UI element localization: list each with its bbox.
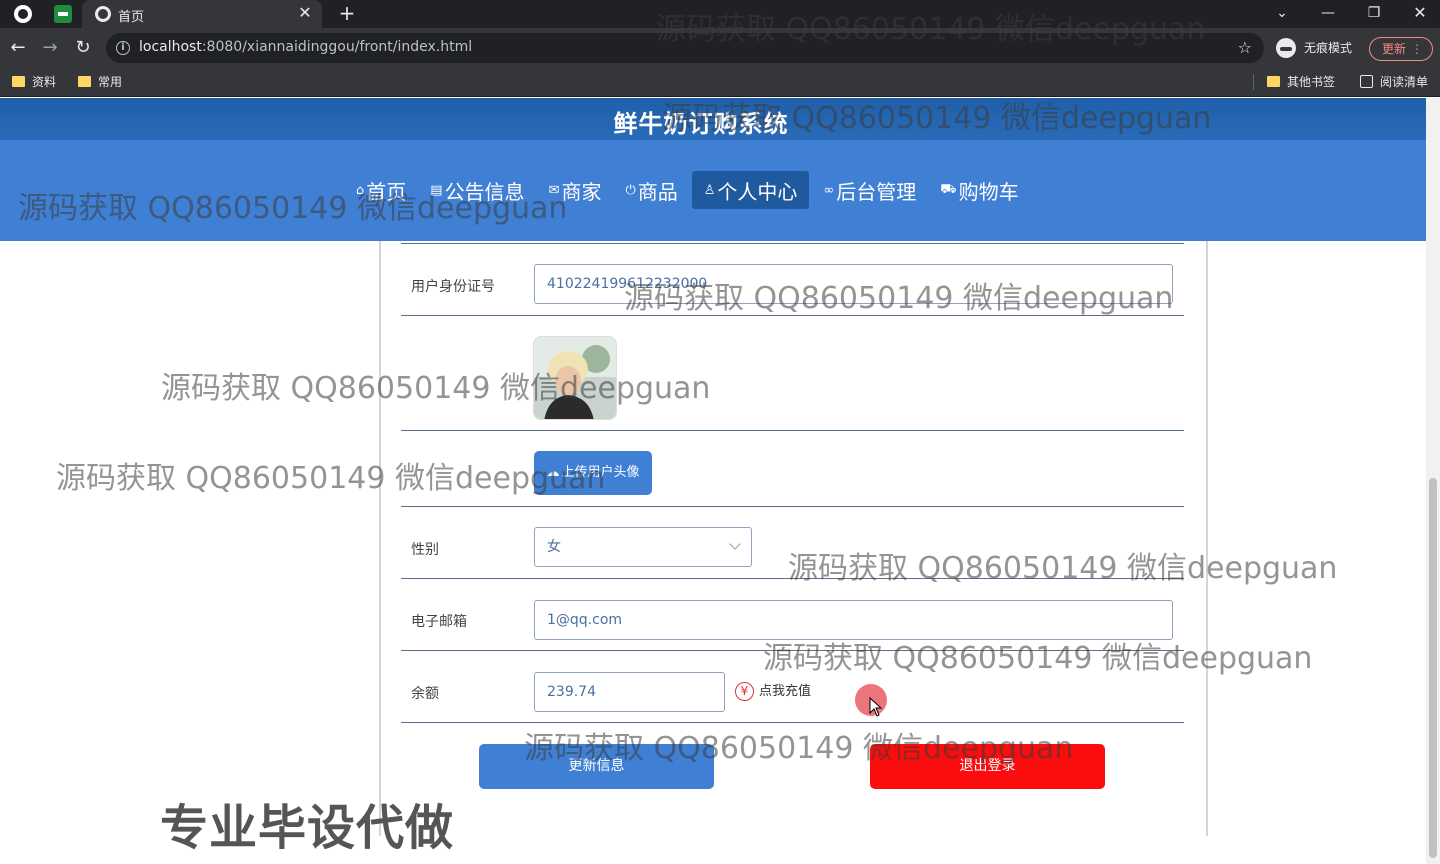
gender-select[interactable]: 女	[534, 527, 752, 567]
page-scrollbar[interactable]	[1426, 98, 1440, 864]
reload-icon[interactable]: ↻	[71, 36, 95, 60]
reading-list[interactable]: 阅读清单	[1360, 74, 1428, 90]
nav-item-profile[interactable]: ♙ 个人中心	[691, 171, 810, 209]
globe-icon	[95, 6, 111, 22]
email-label: 电子邮箱	[411, 614, 467, 630]
globe-icon[interactable]	[14, 5, 32, 23]
recharge-link[interactable]: ¥ 点我充值	[735, 682, 811, 702]
email-field[interactable]: 1@qq.com	[534, 600, 1173, 640]
upload-icon: ☁	[546, 465, 560, 480]
divider	[401, 243, 1184, 244]
bookmarks-bar: 资料 常用 其他书签 阅读清单	[0, 68, 1440, 97]
incognito-indicator[interactable]: 无痕模式	[1276, 36, 1352, 60]
reading-list-icon	[1360, 75, 1373, 88]
tab-title: 首页	[118, 10, 145, 25]
info-icon[interactable]: i	[116, 41, 130, 55]
divider	[1253, 74, 1254, 90]
notice-icon: ▤	[430, 182, 443, 198]
id-number-input[interactable]: 410224199612232000	[534, 264, 1173, 304]
cart-icon: ⛟	[940, 181, 957, 197]
divider	[401, 650, 1184, 651]
folder-icon	[1267, 76, 1280, 87]
id-label: 用户身份证号	[411, 279, 495, 295]
recharge-label: 点我充值	[759, 684, 812, 699]
minimize-icon[interactable]: —	[1313, 2, 1343, 24]
browser-toolbar: ← → ↻ i localhost:8080/xiannaidinggou/fr…	[0, 28, 1440, 68]
close-window-icon[interactable]: ✕	[1405, 2, 1435, 24]
user-icon: ♙	[703, 182, 716, 198]
avatar	[533, 336, 617, 420]
balance-label: 余额	[411, 686, 439, 702]
divider	[401, 722, 1184, 723]
nav-item-cart[interactable]: ⛟ 购物车	[928, 171, 1030, 209]
home-icon: ⌂	[356, 182, 365, 198]
scroll-thumb[interactable]	[1429, 478, 1437, 858]
incognito-label: 无痕模式	[1304, 41, 1353, 55]
nav-item-merchant[interactable]: ✉ 商家	[537, 171, 614, 209]
star-icon[interactable]: ☆	[1238, 38, 1252, 57]
nav-item-products[interactable]: ⏻ 商品	[613, 171, 689, 209]
gender-label: 性别	[411, 542, 439, 558]
gender-value: 女	[547, 539, 561, 555]
divider	[401, 430, 1184, 431]
back-icon[interactable]: ←	[6, 36, 30, 60]
restore-icon[interactable]: ❐	[1359, 2, 1389, 24]
chevron-down-icon	[729, 538, 741, 550]
link-icon: ∞	[823, 182, 835, 198]
update-button[interactable]: 更新 ⋮	[1369, 37, 1433, 61]
cursor-icon	[869, 697, 883, 717]
address-bar[interactable]: i localhost:8080/xiannaidinggou/front/in…	[106, 33, 1264, 63]
nav-item-home[interactable]: ⌂ 首页	[344, 171, 418, 209]
nav-item-admin[interactable]: ∞ 后台管理	[811, 171, 928, 209]
update-info-button[interactable]: 更新信息	[479, 744, 714, 789]
nav-item-notice[interactable]: ▤ 公告信息	[418, 171, 536, 209]
divider	[401, 578, 1184, 579]
update-label: 更新	[1382, 42, 1407, 56]
site-title: 鲜牛奶订购系统	[613, 110, 789, 138]
bookmark-folder[interactable]: 资料	[12, 74, 56, 90]
app-tab-icon[interactable]	[54, 5, 72, 23]
forward-icon[interactable]: →	[38, 36, 62, 60]
bookmark-folder[interactable]: 常用	[78, 74, 122, 90]
plus-icon[interactable]: +	[336, 2, 358, 24]
close-icon[interactable]: ✕	[296, 4, 314, 22]
divider	[401, 315, 1184, 316]
logout-button[interactable]: 退出登录	[870, 744, 1105, 789]
site-header: 鲜牛奶订购系统 ⌂ 首页 ▤ 公告信息 ✉ 商家 ⏻ 商品 ♙ 个人中心 ∞ 后台管理 ⛟ 购…	[0, 98, 1426, 241]
other-bookmarks[interactable]: 其他书签	[1267, 74, 1335, 90]
more-icon: ⋮	[1411, 42, 1423, 56]
power-icon: ⏻	[625, 182, 636, 198]
main-nav: ⌂ 首页 ▤ 公告信息 ✉ 商家 ⏻ 商品 ♙ 个人中心 ∞ 后台管理 ⛟ 购物车	[344, 171, 1031, 209]
watermark-banner: 专业毕设代做	[160, 800, 455, 856]
tab-home[interactable]: 首页 ✕	[82, 0, 322, 28]
title-band: 鲜牛奶订购系统	[0, 98, 1426, 140]
yen-icon: ¥	[735, 682, 754, 701]
incognito-icon	[1276, 38, 1296, 58]
upload-avatar-button[interactable]: ☁ 上传用户头像	[534, 451, 652, 495]
chevron-down-icon[interactable]: ⌄	[1267, 2, 1297, 24]
mail-icon: ✉	[548, 182, 560, 198]
folder-icon	[78, 76, 91, 87]
divider	[401, 506, 1184, 507]
url-text: localhost:8080/xiannaidinggou/front/inde…	[139, 39, 473, 55]
balance-field[interactable]: 239.74	[534, 672, 725, 712]
folder-icon	[12, 76, 25, 87]
browser-tab-bar: 首页 ✕ + ⌄ — ❐ ✕	[0, 0, 1440, 28]
